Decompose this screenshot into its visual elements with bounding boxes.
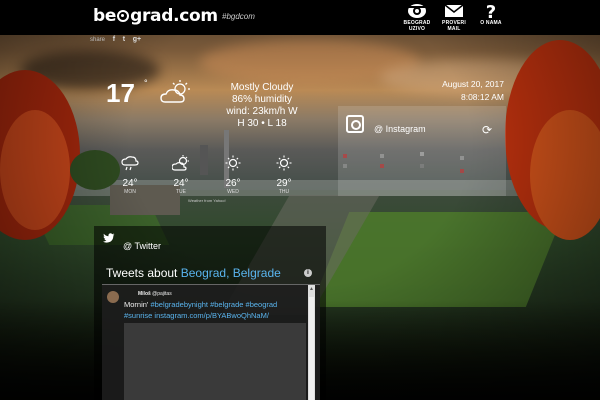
instagram-panel: @ Instagram ⟳ [338,106,506,196]
instagram-thumb[interactable] [460,169,464,173]
tweet-user[interactable]: Miloš @pajitas [138,291,172,297]
forecast-temp: 24° [122,178,138,189]
instagram-thumb[interactable] [343,154,347,158]
webcam-icon [408,4,426,18]
sunny-icon [276,155,292,171]
weather-high-low: H 30 • L 18 [237,118,287,129]
current-temperature: 17 [106,78,135,108]
forecast-day: 24° TUE [166,155,196,195]
facebook-icon[interactable]: f [113,36,115,43]
instagram-icon [346,115,364,133]
instagram-thumb[interactable] [343,164,347,168]
scrollbar-thumb[interactable] [309,297,314,400]
nav-label: BEOGRAD UZIVO [403,20,431,32]
tweet-hashtags[interactable]: #belgradebynight #belgrade #beograd [150,300,277,309]
logo-text-start: be [93,6,117,26]
twitter-title: @ Twitter [123,241,161,251]
weather-condition: Mostly Cloudy [230,82,294,93]
instagram-thumb[interactable] [380,154,384,158]
instagram-feed[interactable] [338,151,506,191]
scroll-up-icon[interactable]: ▲ [308,286,315,293]
forecast-day-label: TUE [176,189,186,195]
refresh-icon[interactable]: ⟳ [482,123,492,137]
logo-text-end: grad.com [130,6,218,26]
site-header: be grad.com #bgdcom BEOGRAD UZIVO PROVERI… [0,0,600,35]
weather-credit[interactable]: Weather from Yahoo! [188,198,226,203]
forecast-day-label: MON [124,189,136,195]
current-date: August 20, 2017 [442,79,504,89]
weather-wind: wind: 23km/h W [226,106,298,117]
forecast-day-label: WED [227,189,239,195]
mail-icon [444,4,464,17]
nav-label: O NAMA [480,20,502,26]
nav-proveri-mail[interactable]: PROVERI MAIL [437,3,471,32]
instagram-thumb[interactable] [420,164,424,168]
instagram-thumb[interactable] [420,152,424,156]
question-icon: ? [486,3,496,19]
forecast-temp: 29° [276,178,292,189]
tweet-lead: Mornin' [124,300,151,309]
twitter-bird-icon [103,233,115,245]
hashtag: #bgdcom [222,12,255,21]
forecast-day: 29° THU [269,155,299,195]
weather-details: Mostly Cloudy 86% humidity wind: 23km/h … [222,82,302,130]
instagram-thumb[interactable] [460,156,464,160]
current-time: 8:08:12 AM [460,92,504,102]
forecast-temp: 24° [173,178,189,189]
weather-humidity: 86% humidity [231,94,293,105]
nav-o-nama[interactable]: ? O NAMA [474,3,508,26]
partly-sunny-icon [171,155,189,171]
twitter-panel: @ Twitter Tweets about Beograd, Belgrade… [94,226,326,400]
nav-beograd-uzivo[interactable]: BEOGRAD UZIVO [400,3,434,32]
scrollbar[interactable]: ▲ [308,285,315,400]
tweet-feed[interactable]: Miloš @pajitas Mornin' #belgradebynight … [102,284,320,400]
tweet-hashtags[interactable]: #sunrise instagram.com/p/BYABwoQhNaM/ [124,311,269,320]
info-icon[interactable]: i [304,269,312,277]
date-time: August 20, 2017 8:08:12 AM [430,78,504,104]
share-bar: share f t g+ [90,36,147,46]
share-label: share [90,37,106,43]
svg-text:?: ? [486,3,496,19]
tweet-user-handle: @pajitas [152,291,172,297]
instagram-title: @ Instagram [374,124,426,134]
tweet-text: Mornin' #belgradebynight #belgrade #beog… [124,299,299,321]
caption-link[interactable]: Beograd, Belgrade [181,266,281,280]
nav-label: PROVERI MAIL [442,20,466,32]
partly-cloudy-icon [160,80,190,103]
googleplus-icon[interactable]: g+ [133,36,141,43]
tweet-user-name: Miloš [138,291,151,297]
forecast-day: 26° WED [218,155,248,195]
tweet-image[interactable] [124,323,306,400]
rain-icon [121,156,139,171]
twitter-icon[interactable]: t [123,36,125,43]
site-logo[interactable]: be grad.com [93,6,218,26]
logo-mark-icon [117,10,130,22]
tweets-about-caption: Tweets about Beograd, Belgrade [106,266,281,280]
sunny-icon [225,155,241,171]
forecast-day: 24° MON [115,155,145,195]
instagram-thumb[interactable] [380,164,384,168]
avatar[interactable] [107,291,119,303]
forecast-day-label: THU [278,189,290,195]
forecast-temp: 26° [225,178,241,189]
caption-prefix: Tweets about [106,266,181,280]
degree-symbol: ° [144,78,148,88]
